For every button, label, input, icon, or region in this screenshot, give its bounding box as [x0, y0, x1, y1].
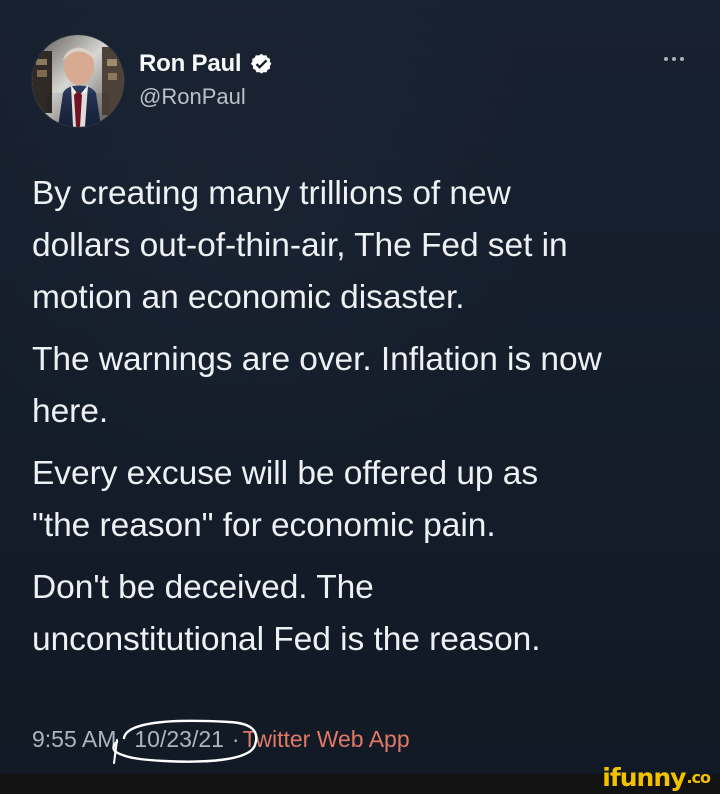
tweet-date[interactable]: 10/23/21	[134, 726, 224, 752]
more-icon	[664, 57, 668, 61]
tweet-source-link[interactable]: Twitter Web App	[243, 726, 410, 753]
tweet-paragraph: Every excuse will be offered up as "the …	[32, 455, 539, 544]
more-options-button[interactable]	[657, 45, 691, 73]
watermark-band: ifunny .co	[0, 763, 720, 794]
user-handle[interactable]: @RonPaul	[139, 84, 246, 110]
metadata-separator: ·	[231, 725, 240, 752]
author-name-row[interactable]: Ron Paul	[139, 49, 274, 79]
watermark-suffix: .co	[686, 768, 711, 787]
avatar[interactable]	[32, 35, 124, 127]
tweet-metadata: 9:55 AM 10/23/21 · Twitter Web App	[32, 718, 410, 764]
watermark-brand: ifunny	[602, 763, 686, 792]
tweet-paragraph: By creating many trillions of new dollar…	[32, 175, 568, 316]
ifunny-watermark: ifunny .co	[602, 763, 711, 792]
tweet-time[interactable]: 9:55 AM	[32, 726, 116, 753]
tweet-paragraph: The warnings are over. Inflation is now …	[32, 341, 602, 430]
profile-photo-icon	[32, 35, 124, 127]
tweet-paragraph: Don't be deceived. The unconstitutional …	[32, 569, 541, 658]
more-icon	[680, 57, 684, 61]
display-name[interactable]: Ron Paul	[139, 50, 242, 78]
tweet-date-group[interactable]: 10/23/21	[112, 719, 258, 764]
verified-icon	[249, 52, 274, 77]
tweet-screenshot: Ron Paul @RonPaul By creating many trill…	[0, 0, 720, 794]
more-icon	[672, 57, 676, 61]
tweet-text: By creating many trillions of new dollar…	[32, 168, 692, 666]
